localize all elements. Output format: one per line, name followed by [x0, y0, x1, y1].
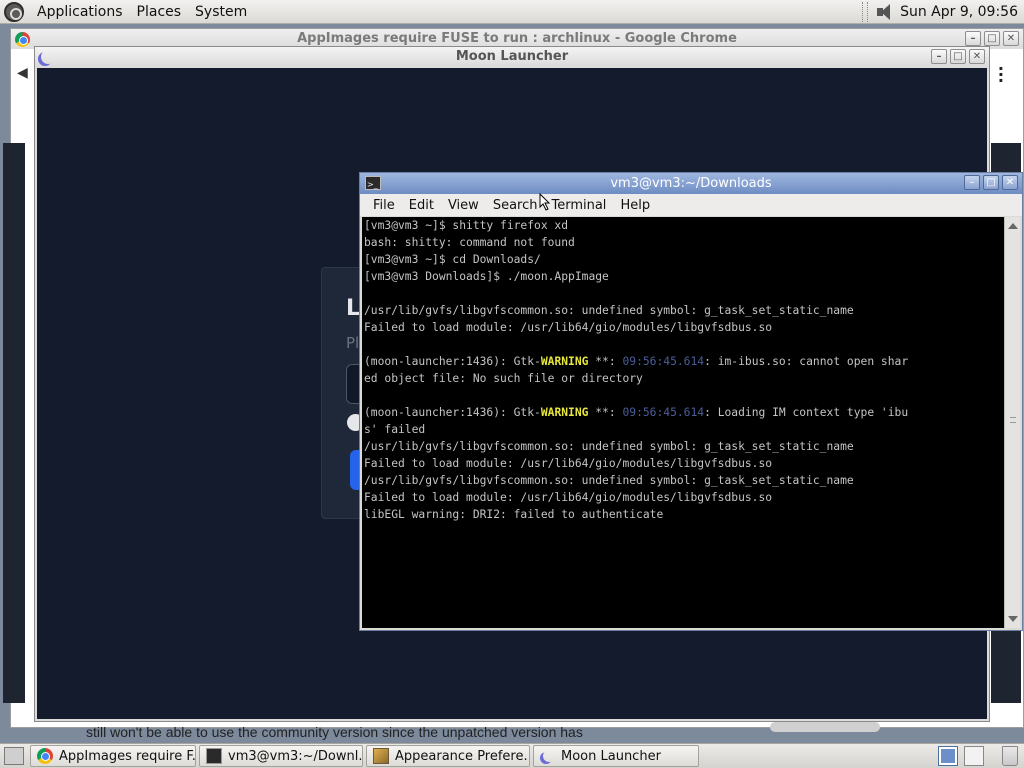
- chrome-window-title: AppImages require FUSE to run : archlinu…: [297, 31, 737, 46]
- clock[interactable]: Sun Apr 9, 09:56: [900, 4, 1018, 20]
- terminal-icon: [365, 174, 381, 195]
- terminal-line: libEGL warning: DRI2: failed to authenti…: [364, 508, 664, 521]
- horizontal-scrollbar[interactable]: [770, 722, 880, 732]
- task-label: vm3@vm3:~/Downl...: [228, 748, 363, 764]
- moon-window-title: Moon Launcher: [455, 49, 569, 64]
- terminal-warning-line: (moon-launcher:1436): Gtk-WARNING **: 09…: [364, 404, 1005, 421]
- show-desktop-icon[interactable]: [4, 747, 24, 765]
- terminal-warning-line: (moon-launcher:1436): Gtk-WARNING **: 09…: [364, 353, 1005, 370]
- line-prefix: (moon-launcher:1436): Gtk-: [364, 355, 541, 368]
- taskbar: AppImages require F... vm3@vm3:~/Downl..…: [0, 743, 1024, 768]
- maximize-button[interactable]: □: [983, 175, 999, 190]
- line-prefix: (moon-launcher:1436): Gtk-: [364, 406, 541, 419]
- terminal-line: [vm3@vm3 ~]$ shitty firefox xd: [364, 219, 569, 232]
- menu-search[interactable]: Search: [486, 198, 545, 213]
- terminal-line: Failed to load module: /usr/lib64/gio/mo…: [364, 491, 773, 504]
- workspace-2[interactable]: [964, 746, 984, 766]
- warning-label: WARNING: [540, 406, 589, 419]
- close-button[interactable]: ✕: [969, 49, 985, 64]
- menu-edit[interactable]: Edit: [402, 198, 441, 213]
- line-sep: **:: [588, 355, 623, 368]
- speaker-icon[interactable]: [874, 2, 894, 22]
- top-panel: Applications Places System Sun Apr 9, 09…: [0, 0, 1024, 24]
- menu-system[interactable]: System: [188, 4, 254, 20]
- back-arrow-icon[interactable]: ◀: [17, 65, 28, 81]
- menu-terminal[interactable]: Terminal: [544, 198, 613, 213]
- warning-label: WARNING: [540, 355, 589, 368]
- menu-view[interactable]: View: [441, 198, 486, 213]
- terminal-line: bash: shitty: command not found: [364, 236, 575, 249]
- terminal-line: Failed to load module: /usr/lib64/gio/mo…: [364, 457, 773, 470]
- panel-handle: [862, 2, 869, 22]
- task-label: AppImages require F...: [59, 748, 196, 764]
- appearance-icon: [373, 748, 389, 764]
- task-label: Moon Launcher: [561, 748, 661, 764]
- menu-help[interactable]: Help: [613, 198, 657, 213]
- login-subtitle: Pl: [346, 334, 360, 352]
- moon-icon: [41, 50, 55, 64]
- chrome-icon: [15, 32, 30, 47]
- line-message: : im-ibus.so: cannot open shar: [704, 355, 909, 368]
- close-button[interactable]: ✕: [1002, 175, 1018, 190]
- task-terminal[interactable]: vm3@vm3:~/Downl...: [199, 745, 363, 767]
- menu-places[interactable]: Places: [130, 4, 189, 20]
- chrome-page-text: still won't be able to use the community…: [86, 724, 583, 740]
- terminal-titlebar[interactable]: vm3@vm3:~/Downloads – □ ✕: [360, 173, 1022, 195]
- terminal-line: /usr/lib/gvfs/libgvfscommon.so: undefine…: [364, 474, 854, 487]
- scroll-grip-icon[interactable]: [1010, 417, 1016, 423]
- menu-applications[interactable]: Applications: [30, 4, 130, 20]
- moon-icon: [543, 750, 555, 762]
- terminal-window-title: vm3@vm3:~/Downloads: [610, 176, 772, 191]
- terminal-window: vm3@vm3:~/Downloads – □ ✕ File Edit View…: [359, 172, 1023, 631]
- task-chrome[interactable]: AppImages require F...: [30, 745, 196, 767]
- menu-file[interactable]: File: [366, 198, 402, 213]
- scroll-down-icon[interactable]: [1008, 616, 1018, 622]
- terminal-line: ed object file: No such file or director…: [364, 372, 643, 385]
- task-label: Appearance Prefere...: [395, 748, 530, 764]
- line-message: : Loading IM context type 'ibu: [704, 406, 909, 419]
- distro-logo-icon[interactable]: [4, 1, 24, 22]
- terminal-line: [vm3@vm3 Downloads]$ ./moon.AppImage: [364, 270, 609, 283]
- task-appearance[interactable]: Appearance Prefere...: [366, 745, 530, 767]
- terminal-menubar: File Edit View Search Terminal Help: [360, 194, 1022, 216]
- terminal-icon: [206, 748, 222, 764]
- terminal-line: /usr/lib/gvfs/libgvfscommon.so: undefine…: [364, 440, 854, 453]
- terminal-line: /usr/lib/gvfs/libgvfscommon.so: undefine…: [364, 304, 854, 317]
- more-options-icon[interactable]: · · ·: [998, 61, 1004, 89]
- terminal-line: s' failed: [364, 423, 426, 436]
- workspace-1[interactable]: [938, 746, 958, 766]
- timestamp: 09:56:45.614: [622, 406, 705, 419]
- terminal-scrollbar[interactable]: [1004, 217, 1020, 628]
- timestamp: 09:56:45.614: [622, 355, 705, 368]
- minimize-button[interactable]: –: [931, 49, 947, 64]
- chrome-icon: [37, 748, 53, 764]
- scroll-up-icon[interactable]: [1008, 223, 1018, 229]
- maximize-button[interactable]: □: [984, 31, 1000, 46]
- chrome-page-dark-left: [3, 143, 25, 703]
- task-moon-launcher[interactable]: Moon Launcher: [533, 745, 699, 767]
- close-button[interactable]: ✕: [1003, 31, 1019, 46]
- login-heading: L: [346, 296, 361, 321]
- terminal-line: Failed to load module: /usr/lib64/gio/mo…: [364, 321, 773, 334]
- terminal-output[interactable]: [vm3@vm3 ~]$ shitty firefox xd bash: shi…: [362, 217, 1005, 628]
- maximize-button[interactable]: □: [950, 49, 966, 64]
- trash-icon[interactable]: [1002, 746, 1018, 766]
- minimize-button[interactable]: –: [965, 31, 981, 46]
- minimize-button[interactable]: –: [964, 175, 980, 190]
- moon-titlebar[interactable]: Moon Launcher – □ ✕: [35, 47, 989, 67]
- terminal-line: [vm3@vm3 ~]$ cd Downloads/: [364, 253, 541, 266]
- line-sep: **:: [588, 406, 623, 419]
